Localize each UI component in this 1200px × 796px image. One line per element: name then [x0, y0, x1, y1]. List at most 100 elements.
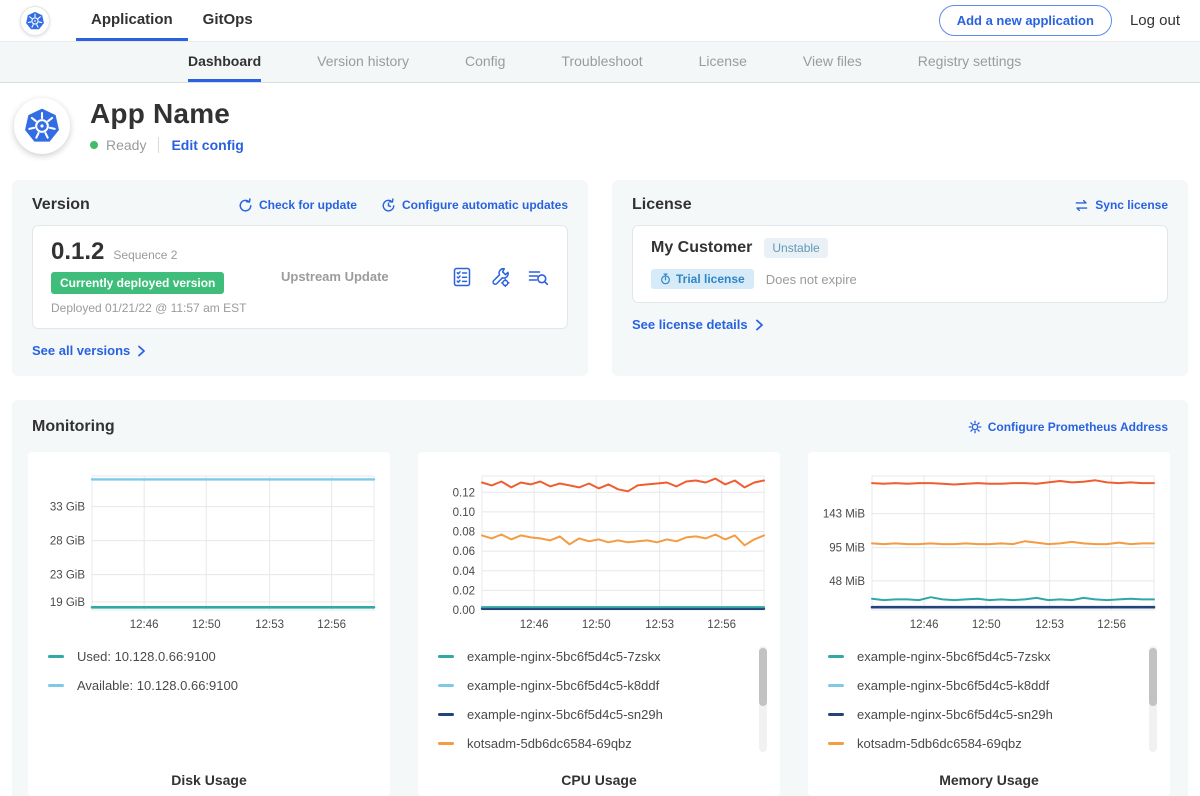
- legend-label: kotsadm-5db6dc6584-69qbz: [467, 736, 632, 751]
- sync-arrows-icon: [1074, 198, 1089, 213]
- chevron-right-icon: [754, 319, 765, 331]
- tab-license[interactable]: License: [699, 42, 747, 82]
- logout-button[interactable]: Log out: [1130, 12, 1180, 29]
- license-card-title: License: [632, 196, 692, 214]
- svg-text:0.04: 0.04: [453, 566, 476, 578]
- svg-text:12:53: 12:53: [645, 619, 674, 631]
- legend-swatch: [438, 655, 454, 658]
- legend-swatch: [828, 713, 844, 716]
- legend-label: example-nginx-5bc6f5d4c5-sn29h: [857, 707, 1053, 722]
- tab-dashboard[interactable]: Dashboard: [188, 42, 261, 82]
- svg-text:0.12: 0.12: [453, 487, 475, 499]
- license-card: License Sync license My Customer Unstabl…: [612, 180, 1188, 376]
- legend-label: example-nginx-5bc6f5d4c5-k8ddf: [467, 678, 659, 693]
- legend-label: example-nginx-5bc6f5d4c5-7zskx: [467, 649, 661, 664]
- cpu-usage-card: 0.120.100.080.060.040.020.0012:4612:5012…: [418, 452, 780, 796]
- svg-text:23 GiB: 23 GiB: [50, 570, 85, 582]
- version-card: Version Check for update: [12, 180, 588, 376]
- memory-usage-legend: example-nginx-5bc6f5d4c5-7zskx example-ng…: [808, 644, 1170, 758]
- see-license-details-link[interactable]: See license details: [632, 317, 765, 332]
- disk-usage-chart: 33 GiB28 GiB23 GiB19 GiB12:4612:5012:531…: [28, 464, 390, 634]
- page-title: App Name: [90, 98, 244, 130]
- legend-scrollbar-thumb[interactable]: [759, 648, 767, 706]
- app-header: App Name Ready Edit config: [0, 83, 1200, 170]
- topnav-right: Add a new application Log out: [939, 0, 1180, 41]
- legend-swatch: [438, 713, 454, 716]
- svg-text:12:50: 12:50: [972, 619, 1001, 631]
- svg-text:48 MiB: 48 MiB: [829, 576, 865, 588]
- svg-text:12:46: 12:46: [910, 619, 939, 631]
- svg-text:12:53: 12:53: [1035, 619, 1064, 631]
- auto-update-clock-icon: [381, 198, 396, 213]
- deployed-timestamp: Deployed 01/21/22 @ 11:57 am EST: [51, 301, 281, 315]
- tab-gitops[interactable]: GitOps: [188, 0, 268, 41]
- license-details-box: My Customer Unstable Trial license Does …: [632, 225, 1168, 303]
- legend-swatch: [48, 684, 64, 687]
- configure-auto-updates-link[interactable]: Configure automatic updates: [381, 198, 568, 213]
- legend-swatch: [828, 742, 844, 745]
- svg-text:12:50: 12:50: [582, 619, 611, 631]
- config-wrench-icon[interactable]: [489, 266, 511, 288]
- sync-license-link[interactable]: Sync license: [1074, 198, 1168, 213]
- tab-config[interactable]: Config: [465, 42, 505, 82]
- svg-text:33 GiB: 33 GiB: [50, 502, 85, 514]
- top-navbar: Application GitOps Add a new application…: [0, 0, 1200, 42]
- status-dot: [90, 141, 98, 149]
- svg-text:143 MiB: 143 MiB: [823, 509, 866, 521]
- legend-label: Used: 10.128.0.66:9100: [77, 649, 216, 664]
- see-all-versions-link[interactable]: See all versions: [32, 343, 147, 358]
- svg-text:12:56: 12:56: [707, 619, 736, 631]
- refresh-icon: [238, 198, 253, 213]
- tab-application[interactable]: Application: [76, 0, 188, 41]
- legend-label: example-nginx-5bc6f5d4c5-7zskx: [857, 649, 1051, 664]
- upstream-update-label: Upstream Update: [281, 269, 389, 284]
- configure-auto-updates-label: Configure automatic updates: [402, 198, 568, 212]
- chevron-right-icon: [136, 345, 147, 357]
- legend-scrollbar: [759, 646, 767, 752]
- stopwatch-icon: [660, 273, 671, 285]
- legend-item: example-nginx-5bc6f5d4c5-k8ddf: [828, 677, 1170, 693]
- svg-text:19 GiB: 19 GiB: [50, 597, 85, 609]
- edit-config-link[interactable]: Edit config: [171, 137, 243, 153]
- tab-registry-settings[interactable]: Registry settings: [918, 42, 1021, 82]
- tab-troubleshoot[interactable]: Troubleshoot: [561, 42, 642, 82]
- legend-item: example-nginx-5bc6f5d4c5-7zskx: [828, 648, 1170, 664]
- cpu-usage-chart: 0.120.100.080.060.040.020.0012:4612:5012…: [418, 464, 780, 634]
- memory-usage-card: 143 MiB95 MiB48 MiB12:4612:5012:5312:56 …: [808, 452, 1170, 796]
- svg-text:12:56: 12:56: [1097, 619, 1126, 631]
- check-for-update-link[interactable]: Check for update: [238, 198, 357, 213]
- tab-view-files[interactable]: View files: [803, 42, 862, 82]
- svg-text:12:46: 12:46: [130, 619, 159, 631]
- legend-swatch: [828, 655, 844, 658]
- legend-item: example-nginx-5bc6f5d4c5-k8ddf: [438, 677, 780, 693]
- svg-text:95 MiB: 95 MiB: [829, 543, 865, 555]
- legend-scrollbar-thumb[interactable]: [1149, 648, 1157, 706]
- sync-license-label: Sync license: [1095, 198, 1168, 212]
- view-logs-icon[interactable]: [527, 266, 549, 288]
- svg-text:0.02: 0.02: [453, 585, 475, 597]
- channel-badge: Unstable: [764, 238, 827, 258]
- legend-swatch: [828, 684, 844, 687]
- configure-prometheus-label: Configure Prometheus Address: [988, 420, 1168, 434]
- tab-version-history[interactable]: Version history: [317, 42, 409, 82]
- add-application-button[interactable]: Add a new application: [939, 5, 1112, 36]
- divider: [158, 137, 159, 153]
- summary-cards-row: Version Check for update: [12, 180, 1188, 376]
- sequence-label: Sequence 2: [113, 248, 177, 262]
- see-license-details-label: See license details: [632, 317, 748, 332]
- trial-license-label: Trial license: [676, 272, 745, 286]
- configure-prometheus-link[interactable]: Configure Prometheus Address: [968, 420, 1168, 434]
- legend-label: Available: 10.128.0.66:9100: [77, 678, 238, 693]
- svg-text:0.08: 0.08: [453, 527, 475, 539]
- svg-text:0.06: 0.06: [453, 546, 475, 558]
- legend-item: Used: 10.128.0.66:9100: [48, 648, 390, 664]
- legend-label: kotsadm-5db6dc6584-69qbz: [857, 736, 1022, 751]
- version-number: 0.1.2: [51, 238, 104, 266]
- disk-usage-legend: Used: 10.128.0.66:9100 Available: 10.128.…: [28, 644, 390, 758]
- see-all-versions-label: See all versions: [32, 343, 130, 358]
- release-notes-icon[interactable]: [451, 266, 473, 288]
- kubernetes-logo[interactable]: [20, 6, 50, 36]
- legend-scrollbar: [1149, 646, 1157, 752]
- legend-item: example-nginx-5bc6f5d4c5-sn29h: [828, 706, 1170, 722]
- charts-row: 33 GiB28 GiB23 GiB19 GiB12:4612:5012:531…: [28, 452, 1172, 796]
